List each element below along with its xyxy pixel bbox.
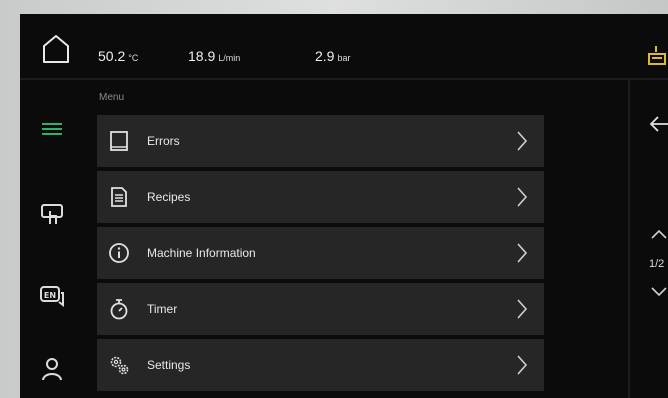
menu-item-label: Timer [147, 302, 178, 316]
menu-item-label: Errors [147, 134, 180, 148]
gears-icon [110, 356, 129, 375]
temperature-unit: °C [128, 53, 139, 63]
hamburger-menu-icon [42, 123, 62, 135]
flow-value: 18.9 [188, 48, 216, 64]
pressure-value: 2.9 [315, 48, 335, 64]
menu-item-recipes[interactable]: Recipes [97, 171, 544, 223]
temperature-readout: 50.2 °C [98, 48, 138, 64]
sidebar: EN [20, 78, 90, 398]
flow-unit: L/min [218, 53, 241, 63]
menu-item-label: Machine Information [147, 246, 256, 260]
home-button[interactable] [38, 32, 74, 66]
document-icon [111, 187, 127, 207]
chevron-right-icon [517, 187, 528, 207]
home-icon [43, 35, 69, 63]
menu-item-settings[interactable]: Settings [97, 339, 544, 391]
machine-screen: 50.2 °C 18.9 L/min 2.9 bar EN Menu Error… [20, 14, 668, 398]
menu-item-label: Recipes [147, 190, 191, 204]
chevron-down-icon [651, 287, 667, 297]
language-en-icon: EN [40, 286, 64, 307]
status-bar: 50.2 °C 18.9 L/min 2.9 bar [20, 14, 668, 80]
page-up-button[interactable] [650, 228, 668, 240]
sidebar-item-user[interactable] [38, 356, 66, 382]
book-icon [110, 131, 128, 151]
flow-readout: 18.9 L/min [188, 48, 240, 64]
user-icon [42, 358, 62, 381]
panel-divider [628, 78, 630, 398]
sidebar-item-touch[interactable] [38, 202, 66, 228]
chevron-up-icon [651, 229, 667, 239]
menu-item-machine-information[interactable]: Machine Information [97, 227, 544, 279]
menu-item-timer[interactable]: Timer [97, 283, 544, 335]
machine-alarm-icon [648, 46, 666, 65]
menu-item-errors[interactable]: Errors [97, 115, 544, 167]
temperature-value: 50.2 [98, 48, 126, 64]
chevron-right-icon [517, 131, 528, 151]
chevron-right-icon [517, 355, 528, 375]
stopwatch-icon [110, 299, 128, 320]
pressure-readout: 2.9 bar [315, 48, 350, 64]
svg-text:EN: EN [44, 291, 56, 300]
page-down-button[interactable] [650, 286, 668, 298]
alarm-indicator-button[interactable] [646, 44, 668, 68]
touch-screen-icon [41, 204, 63, 224]
menu-item-label: Settings [147, 358, 191, 372]
sidebar-item-language[interactable]: EN [38, 284, 66, 310]
chevron-right-icon [517, 243, 528, 263]
arrow-left-icon [649, 116, 668, 132]
menu-heading: Menu [99, 92, 125, 103]
sidebar-item-menu[interactable] [38, 116, 66, 142]
back-button[interactable] [648, 114, 668, 134]
menu-list: Errors Recipes Machine Information Timer… [97, 115, 544, 395]
info-icon [109, 243, 129, 263]
chevron-right-icon [517, 299, 528, 319]
page-indicator: 1/2 [649, 258, 665, 270]
pressure-unit: bar [337, 53, 351, 63]
